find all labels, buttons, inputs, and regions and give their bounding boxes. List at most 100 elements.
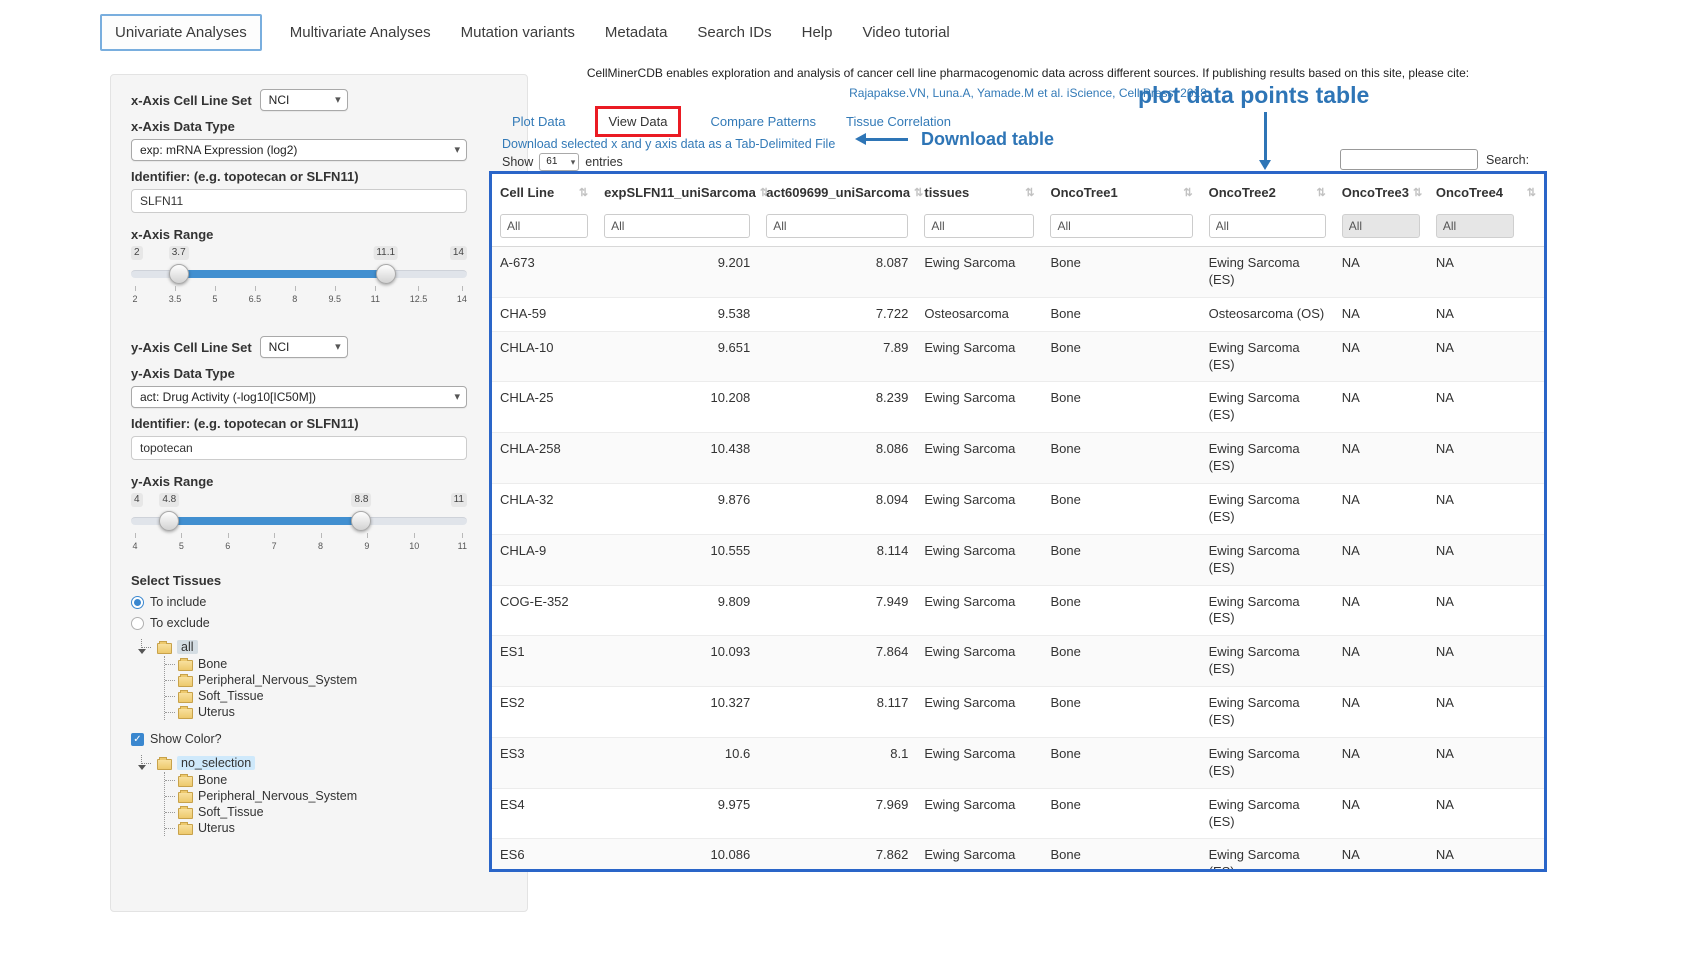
table-row[interactable]: COG-E-352 9.809 7.949 Ewing Sarcoma Bone…: [492, 585, 1544, 636]
column-header[interactable]: act609699_uniSarcoma ⇅: [758, 174, 916, 211]
column-header-label: OncoTree2: [1209, 185, 1276, 200]
table-row[interactable]: CHLA-258 10.438 8.086 Ewing Sarcoma Bone…: [492, 433, 1544, 484]
folder-icon: [178, 776, 193, 787]
folder-icon: [178, 808, 193, 819]
search-input[interactable]: [1340, 149, 1478, 170]
slider-handle-low[interactable]: [169, 264, 189, 284]
table-row[interactable]: CHLA-32 9.876 8.094 Ewing Sarcoma Bone E…: [492, 484, 1544, 535]
tree-node[interactable]: Soft_Tissue: [165, 688, 507, 704]
table-row[interactable]: ES3 10.6 8.1 Ewing Sarcoma Bone Ewing Sa…: [492, 737, 1544, 788]
tree-expander-icon[interactable]: [141, 755, 151, 764]
table-row[interactable]: CHA-59 9.538 7.722 Osteosarcoma Bone Ost…: [492, 297, 1544, 331]
entries-select[interactable]: 61 ▾: [539, 153, 579, 171]
table-row[interactable]: CHLA-10 9.651 7.89 Ewing Sarcoma Bone Ew…: [492, 331, 1544, 382]
view-tab[interactable]: Compare Patterns: [711, 114, 817, 129]
slider-tick-label: 7: [270, 533, 278, 551]
nav-tab[interactable]: Search IDs: [695, 15, 773, 50]
view-tab[interactable]: View Data: [595, 106, 680, 137]
show-color-checkbox-row[interactable]: ✓ Show Color?: [131, 732, 507, 746]
x-data-type-select[interactable]: exp: mRNA Expression (log2) ▾: [131, 139, 467, 161]
oncotree2-cell: Ewing Sarcoma (ES): [1201, 433, 1334, 484]
nav-tab[interactable]: Mutation variants: [459, 15, 577, 50]
slider-handle-high[interactable]: [376, 264, 396, 284]
filter-oncotree2[interactable]: [1209, 214, 1326, 238]
column-header[interactable]: OncoTree4 ⇅: [1428, 174, 1544, 211]
exp-value-cell: 10.6: [596, 737, 758, 788]
down-arrow-icon: [1264, 112, 1267, 160]
tree-node[interactable]: Soft_Tissue: [165, 804, 507, 820]
y-data-type-select[interactable]: act: Drug Activity (-log10[IC50M]) ▾: [131, 386, 467, 408]
slider-handle-low[interactable]: [159, 511, 179, 531]
y-range-slider[interactable]: 4 11 4.8 8.8 4 5 6 7 8 9: [131, 493, 467, 555]
nav-tab[interactable]: Help: [800, 15, 835, 50]
table-row[interactable]: ES2 10.327 8.117 Ewing Sarcoma Bone Ewin…: [492, 687, 1544, 738]
tissue-include-tree: all Bone Peripheral_Nervous_System: [131, 638, 507, 720]
download-link[interactable]: Download selected x and y axis data as a…: [502, 137, 835, 151]
column-header-label: OncoTree4: [1436, 185, 1503, 200]
tree-node[interactable]: Peripheral_Nervous_System: [165, 788, 507, 804]
filter-exp[interactable]: [604, 214, 750, 238]
tree-node-all[interactable]: all: [177, 640, 198, 654]
cellminercdb-page: Univariate Analyses Multivariate Analyse…: [0, 0, 1700, 956]
table-row[interactable]: ES4 9.975 7.969 Ewing Sarcoma Bone Ewing…: [492, 788, 1544, 839]
filter-act[interactable]: [766, 214, 908, 238]
filter-oncotree4[interactable]: [1436, 214, 1514, 238]
column-header[interactable]: OncoTree2 ⇅: [1201, 174, 1334, 211]
filter-oncotree1[interactable]: [1050, 214, 1192, 238]
tree-node[interactable]: Bone: [165, 656, 507, 672]
slider-tick-label: 4: [131, 533, 139, 551]
sort-icon[interactable]: ⇅: [914, 186, 923, 199]
column-header[interactable]: expSLFN11_uniSarcoma ⇅: [596, 174, 758, 211]
table-row[interactable]: ES6 10.086 7.862 Ewing Sarcoma Bone Ewin…: [492, 839, 1544, 872]
oncotree1-cell: Bone: [1042, 839, 1200, 872]
cell-line-cell: CHLA-25: [492, 382, 596, 433]
view-tab[interactable]: Tissue Correlation: [846, 114, 951, 129]
cell-line-cell: ES4: [492, 788, 596, 839]
filter-cell-line[interactable]: [500, 214, 588, 238]
slider-tick-label: 3.5: [169, 286, 182, 304]
tree-expander-icon[interactable]: [141, 639, 151, 648]
nav-tab[interactable]: Univariate Analyses: [100, 14, 262, 51]
radio-unselected-icon[interactable]: [131, 617, 144, 630]
tree-node[interactable]: Bone: [165, 772, 507, 788]
chevron-down-icon: ▾: [454, 140, 460, 160]
oncotree3-cell: NA: [1334, 433, 1428, 484]
nav-tab[interactable]: Metadata: [603, 15, 670, 50]
filter-oncotree3[interactable]: [1342, 214, 1420, 238]
checkbox-checked-icon[interactable]: ✓: [131, 733, 144, 746]
filter-tissues[interactable]: [924, 214, 1034, 238]
radio-selected-icon[interactable]: [131, 596, 144, 609]
tissue-exclude-radio[interactable]: To exclude: [131, 616, 507, 630]
column-header[interactable]: OncoTree1 ⇅: [1042, 174, 1200, 211]
sort-icon[interactable]: ⇅: [1025, 186, 1034, 199]
y-cell-line-set-select[interactable]: NCI ▾: [260, 336, 348, 358]
table-row[interactable]: CHLA-25 10.208 8.239 Ewing Sarcoma Bone …: [492, 382, 1544, 433]
oncotree2-cell: Ewing Sarcoma (ES): [1201, 382, 1334, 433]
oncotree2-cell: Ewing Sarcoma (ES): [1201, 839, 1334, 872]
column-header[interactable]: tissues ⇅: [916, 174, 1042, 211]
nav-tab[interactable]: Video tutorial: [860, 15, 951, 50]
sort-icon[interactable]: ⇅: [1183, 186, 1192, 199]
tree-node[interactable]: Uterus: [165, 704, 507, 720]
tree-node[interactable]: Uterus: [165, 820, 507, 836]
sort-icon[interactable]: ⇅: [579, 186, 588, 199]
tree-node[interactable]: Peripheral_Nervous_System: [165, 672, 507, 688]
sort-icon[interactable]: ⇅: [1527, 186, 1536, 199]
column-header[interactable]: OncoTree3 ⇅: [1334, 174, 1428, 211]
oncotree4-cell: NA: [1428, 737, 1544, 788]
nav-tab[interactable]: Multivariate Analyses: [288, 15, 433, 50]
slider-handle-high[interactable]: [351, 511, 371, 531]
sort-icon[interactable]: ⇅: [1317, 186, 1326, 199]
x-cell-line-set-select[interactable]: NCI ▾: [260, 89, 348, 111]
y-identifier-input[interactable]: [131, 436, 467, 460]
x-range-slider[interactable]: 2 14 3.7 11.1 2 3.5 5 6.5 8 9.5: [131, 246, 467, 308]
column-header[interactable]: Cell Line ⇅: [492, 174, 596, 211]
tree-node-no-selection[interactable]: no_selection: [177, 756, 255, 770]
x-identifier-input[interactable]: [131, 189, 467, 213]
table-row[interactable]: ES1 10.093 7.864 Ewing Sarcoma Bone Ewin…: [492, 636, 1544, 687]
view-tab[interactable]: Plot Data: [512, 114, 565, 129]
table-row[interactable]: A-673 9.201 8.087 Ewing Sarcoma Bone Ewi…: [492, 247, 1544, 298]
sort-icon[interactable]: ⇅: [1413, 186, 1422, 199]
table-row[interactable]: CHLA-9 10.555 8.114 Ewing Sarcoma Bone E…: [492, 534, 1544, 585]
tissue-include-radio[interactable]: To include: [131, 595, 507, 609]
